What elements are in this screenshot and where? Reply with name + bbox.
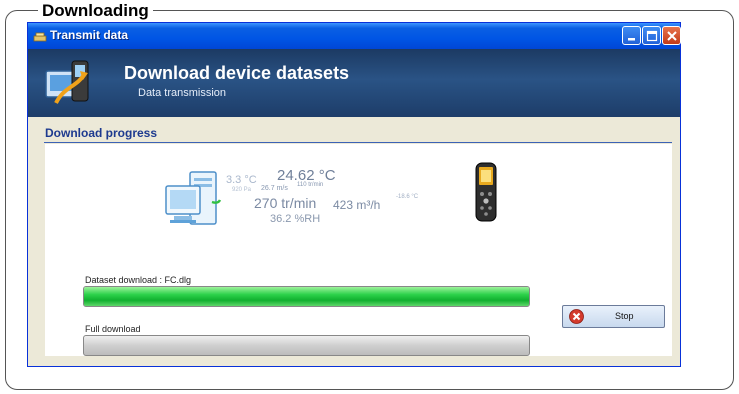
maximize-button[interactable] bbox=[642, 26, 661, 45]
page-heading: Downloading bbox=[38, 0, 153, 23]
banner-title: Download device datasets bbox=[124, 63, 350, 83]
app-icon bbox=[33, 32, 47, 42]
title-bar[interactable]: Transmit data bbox=[28, 23, 681, 49]
close-button[interactable] bbox=[662, 26, 681, 45]
window-bottom-edge bbox=[28, 359, 680, 366]
value-text: 24.62 °C bbox=[277, 167, 336, 184]
full-download-label: Full download bbox=[85, 324, 141, 334]
minimize-button[interactable] bbox=[622, 26, 641, 45]
dataset-progress-bar bbox=[83, 286, 530, 307]
computer-icon bbox=[165, 171, 222, 225]
full-progress-bar bbox=[83, 335, 530, 356]
value-text: 423 m³/h bbox=[333, 198, 381, 212]
stop-button-label: Stop bbox=[615, 311, 634, 321]
minimize-icon bbox=[628, 38, 635, 41]
transfer-icon bbox=[45, 60, 89, 104]
value-text: 270 tr/min bbox=[254, 195, 317, 211]
value-text: 26.7 m/s bbox=[261, 185, 288, 192]
stop-icon bbox=[569, 309, 584, 324]
section-title: Download progress bbox=[45, 126, 158, 140]
value-text: -18.6 °C bbox=[396, 194, 419, 200]
maximize-icon bbox=[646, 30, 658, 42]
window-title: Transmit data bbox=[50, 28, 129, 42]
value-text: 3.3 °C bbox=[226, 174, 257, 186]
value-text: 920 Pa bbox=[232, 187, 252, 193]
banner-subtitle: Data transmission bbox=[138, 87, 227, 99]
handheld-device-icon bbox=[475, 162, 497, 222]
stop-button[interactable]: Stop bbox=[562, 305, 665, 328]
dataset-download-label: Dataset download : FC.dlg bbox=[85, 275, 192, 285]
header-banner: Download device datasets Data transmissi… bbox=[28, 49, 680, 117]
transmit-window: Transmit data Download device datasets D… bbox=[27, 22, 681, 367]
close-icon bbox=[667, 31, 677, 41]
section-divider bbox=[44, 142, 672, 143]
progress-panel: 3.3 °C 24.62 °C 920 Pa 26.7 m/s 110 tr/m… bbox=[45, 144, 672, 356]
value-text: 110 tr/min bbox=[297, 182, 324, 188]
value-text: 36.2 %RH bbox=[270, 213, 321, 225]
dataset-progress-fill bbox=[84, 287, 529, 306]
